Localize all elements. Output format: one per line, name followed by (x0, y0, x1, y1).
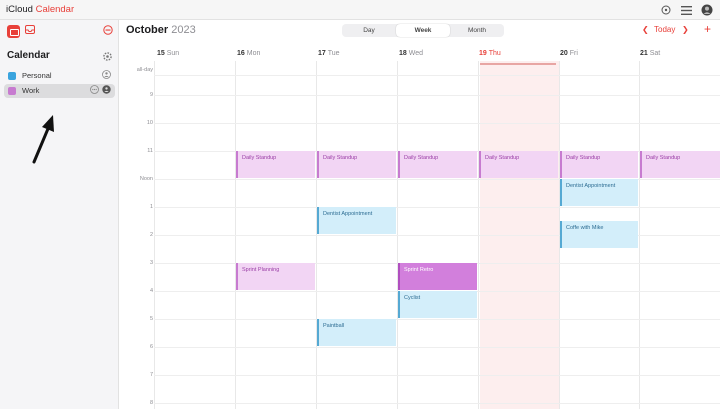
calendar-app-icon[interactable] (7, 25, 20, 38)
today-indicator (480, 63, 556, 65)
view-switcher: Day Week Month (342, 24, 504, 37)
day-name: Sat (649, 50, 661, 57)
calendar-item-label: Work (22, 86, 40, 95)
hour-line (154, 403, 720, 404)
all-day-label: all-day (136, 67, 153, 73)
day-header-sat[interactable]: 21 Sat (640, 50, 660, 57)
month-name: October (126, 24, 169, 36)
share-person-icon[interactable] (102, 70, 111, 81)
event-cyclist[interactable]: Cyclist (398, 291, 477, 318)
week-grid[interactable]: all-day 9 10 11 Noon 1 2 3 4 5 6 7 8 Dai… (120, 61, 720, 409)
next-week-icon[interactable]: ❯ (682, 25, 689, 34)
day-name: Sun (166, 50, 180, 57)
view-week-button[interactable]: Week (396, 24, 450, 37)
app-brand: iCloud Calendar (6, 4, 74, 15)
hour-line (154, 375, 720, 376)
hour-label: 9 (149, 92, 153, 98)
calendar-item-work[interactable]: Work (4, 84, 115, 98)
day-name: Tue (327, 50, 340, 57)
day-name: Wed (408, 50, 424, 57)
more-options-icon[interactable] (90, 85, 99, 96)
event-dentist-appointment-fri[interactable]: Dentist Appointment (560, 179, 638, 206)
day-number: 21 (640, 50, 648, 57)
day-number: 20 (560, 50, 568, 57)
month-title: October 2023 (126, 24, 196, 36)
hour-line (154, 207, 720, 208)
calendar-item-label: Personal (22, 71, 52, 80)
view-month-button[interactable]: Month (450, 24, 504, 37)
event-daily-standup-wed[interactable]: Daily Standup (398, 151, 477, 178)
today-button[interactable]: Today (654, 25, 675, 34)
event-daily-standup-tue[interactable]: Daily Standup (317, 151, 396, 178)
event-coffee-with-mike[interactable]: Coffe with Mike (560, 221, 638, 248)
share-person-icon[interactable] (102, 85, 111, 96)
day-number: 19 (479, 50, 487, 57)
personal-checkbox[interactable] (8, 72, 16, 80)
hour-label: 4 (149, 288, 153, 294)
top-bar: iCloud Calendar (0, 0, 720, 20)
day-header-sun[interactable]: 15 Sun (157, 50, 179, 57)
add-event-icon[interactable]: + (704, 22, 711, 36)
calendar-main: October 2023 Day Week Month ❮ Today ❯ + … (120, 20, 720, 409)
event-daily-standup-fri[interactable]: Daily Standup (560, 151, 638, 178)
day-name: Fri (569, 50, 578, 57)
day-number: 16 (237, 50, 245, 57)
account-icon[interactable] (700, 3, 714, 17)
hour-label: 1 (149, 204, 153, 210)
annotation-arrow-icon (32, 115, 54, 164)
hour-label: 7 (149, 372, 153, 378)
brand-icloud: iCloud (6, 4, 33, 15)
hour-label: 10 (146, 120, 153, 126)
year-label: 2023 (171, 24, 196, 36)
brand-calendar: Calendar (35, 4, 75, 15)
day-header-tue[interactable]: 17 Tue (318, 50, 340, 57)
day-header-wed[interactable]: 18 Wed (399, 50, 423, 57)
view-day-button[interactable]: Day (342, 24, 396, 37)
event-dentist-appointment-tue[interactable]: Dentist Appointment (317, 207, 396, 234)
previous-week-icon[interactable]: ❮ (642, 25, 649, 34)
day-header-fri[interactable]: 20 Fri (560, 50, 578, 57)
menu-icon[interactable] (679, 3, 693, 17)
event-paintball[interactable]: Paintball (317, 319, 396, 346)
hour-label: 5 (149, 316, 153, 322)
event-daily-standup-mon[interactable]: Daily Standup (236, 151, 315, 178)
calendar-item-personal[interactable]: Personal (4, 69, 115, 83)
hour-line (154, 123, 720, 124)
hour-label: 3 (149, 260, 153, 266)
hour-label: 6 (149, 344, 153, 350)
hour-label: 11 (147, 148, 153, 154)
sidebar: Calendar Personal Work (0, 20, 119, 409)
event-sprint-planning[interactable]: Sprint Planning (236, 263, 315, 290)
minus-circle-icon[interactable] (103, 25, 113, 37)
hour-line (154, 75, 720, 76)
day-number: 17 (318, 50, 326, 57)
day-header-mon[interactable]: 16 Mon (237, 50, 260, 57)
event-daily-standup-thu[interactable]: Daily Standup (479, 151, 558, 178)
sidebar-heading: Calendar (7, 50, 50, 61)
hour-line (154, 319, 720, 320)
day-number: 15 (157, 50, 165, 57)
day-number: 18 (399, 50, 407, 57)
hour-label: Noon (139, 176, 153, 182)
hour-label: 2 (149, 232, 153, 238)
event-daily-standup-sat[interactable]: Daily Standup (640, 151, 720, 178)
hour-line (154, 95, 720, 96)
hour-line (154, 347, 720, 348)
event-sprint-retro[interactable]: Sprint Retro (398, 263, 477, 290)
gear-icon[interactable] (103, 52, 112, 63)
day-name: Mon (246, 50, 261, 57)
hour-label: 8 (149, 400, 153, 406)
inbox-icon[interactable] (25, 25, 35, 36)
work-checkbox[interactable] (8, 87, 16, 95)
plus-circle-icon[interactable] (659, 3, 673, 17)
day-header-thu[interactable]: 19 Thu (479, 50, 501, 57)
day-name: Thu (488, 50, 501, 57)
